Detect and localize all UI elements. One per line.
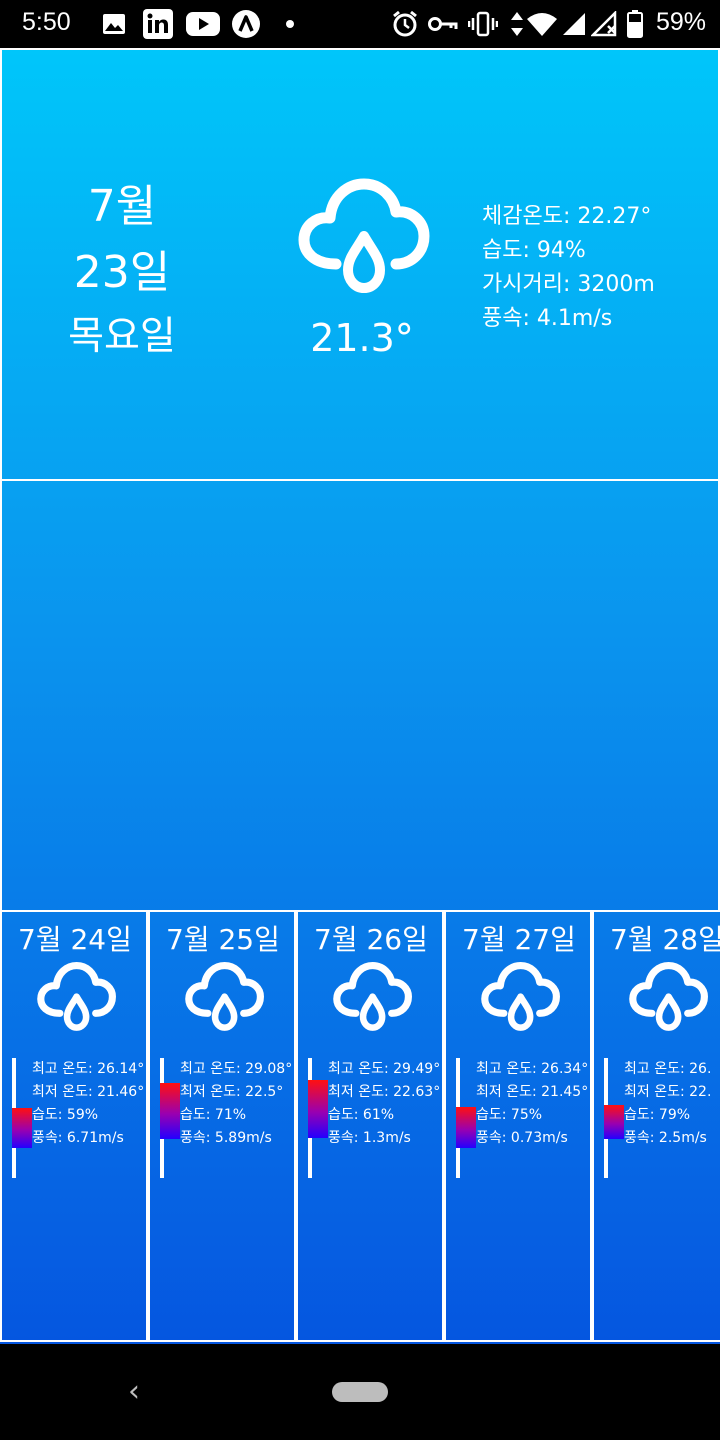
- image-icon: [100, 10, 128, 38]
- current-month: 7월: [87, 181, 157, 232]
- alarm-icon: [390, 10, 420, 38]
- app-a-icon: [230, 10, 262, 38]
- current-weekday: 목요일: [68, 314, 176, 359]
- temperature-range-track: [160, 1058, 180, 1178]
- current-weather-panel: 7월 23일 목요일 21.3° 체감온도: 22.27° 습도: 94% 가시…: [0, 48, 720, 480]
- max-temperature: 최고 온도: 26.34°: [476, 1061, 589, 1077]
- status-bar: 5:50 59%: [0, 0, 720, 48]
- data-arrows-icon: [508, 10, 526, 38]
- temperature-range-bar: [456, 1106, 476, 1149]
- humidity: 습도: 61%: [328, 1107, 395, 1123]
- vibrate-icon: [468, 10, 498, 38]
- max-temperature: 최고 온도: 26.14°: [32, 1061, 145, 1077]
- forecast-stats: 최고 온도: 29.08° 최저 온도: 22.5° 습도: 71% 풍속: 5…: [180, 1058, 292, 1150]
- signal-icon: [560, 10, 588, 38]
- current-details: 체감온도: 22.27° 습도: 94% 가시거리: 3200m 풍속: 4.1…: [482, 200, 655, 336]
- temperature-range-track: [308, 1058, 328, 1178]
- forecast-stats: 최고 온도: 26.34° 최저 온도: 21.45° 습도: 75% 풍속: …: [476, 1058, 588, 1150]
- battery-icon: [626, 10, 644, 38]
- min-temperature: 최저 온도: 22.5°: [180, 1084, 284, 1100]
- rain-cloud-icon: [36, 962, 116, 1040]
- temperature-range-bar: [160, 1083, 180, 1140]
- forecast-day[interactable]: 7월 24일 최고 온도: 26.14° 최저 온도: 21.46° 습도: 5…: [0, 910, 148, 1342]
- min-temperature: 최저 온도: 21.46°: [32, 1084, 145, 1100]
- forecast-day[interactable]: 7월 28일 최고 온도: 26. 최저 온도: 22. 습도: 79% 풍속:…: [592, 910, 720, 1342]
- humidity: 습도: 59%: [32, 1107, 99, 1123]
- humidity: 습도: 75%: [476, 1107, 543, 1123]
- current-day: 23일: [73, 247, 171, 298]
- forecast-day[interactable]: 7월 27일 최고 온도: 26.34° 최저 온도: 21.45° 습도: 7…: [444, 910, 592, 1342]
- min-temperature: 최저 온도: 21.45°: [476, 1084, 589, 1100]
- temperature-range-bar: [308, 1079, 328, 1139]
- key-icon: [428, 10, 458, 38]
- temperature-range-bar: [12, 1108, 32, 1149]
- forecast-date: 7월 26일: [314, 923, 428, 956]
- youtube-icon: [186, 10, 220, 38]
- max-temperature: 최고 온도: 26.: [624, 1061, 712, 1077]
- rain-cloud-icon: [184, 962, 264, 1040]
- forecast-day[interactable]: 7월 26일 최고 온도: 29.49° 최저 온도: 22.63° 습도: 6…: [296, 910, 444, 1342]
- forecast-date: 7월 27일: [462, 923, 576, 956]
- min-temperature: 최저 온도: 22.63°: [328, 1084, 441, 1100]
- visibility: 가시거리: 3200m: [482, 272, 655, 297]
- wifi-icon: [526, 10, 558, 38]
- forecast-date: 7월 28일: [610, 923, 720, 956]
- rain-cloud-icon: [332, 962, 412, 1040]
- humidity: 습도: 94%: [482, 238, 586, 263]
- forecast-stats: 최고 온도: 29.49° 최저 온도: 22.63° 습도: 61% 풍속: …: [328, 1058, 440, 1150]
- feels-like: 체감온도: 22.27°: [482, 204, 652, 229]
- humidity: 습도: 79%: [624, 1107, 691, 1123]
- temperature-range-track: [604, 1058, 624, 1178]
- rain-cloud-icon: [296, 178, 430, 306]
- temperature-range-track: [456, 1058, 476, 1178]
- wind-speed: 풍속: 2.5m/s: [624, 1130, 707, 1146]
- dot-icon: [284, 10, 296, 38]
- rain-cloud-icon: [628, 962, 708, 1040]
- max-temperature: 최고 온도: 29.08°: [180, 1061, 293, 1077]
- wind-speed: 풍속: 1.3m/s: [328, 1130, 411, 1146]
- temperature-range-bar: [604, 1105, 624, 1140]
- forecast-date: 7월 25일: [166, 923, 280, 956]
- navigation-bar: ‹: [0, 1344, 720, 1440]
- wind-speed: 풍속: 4.1m/s: [482, 306, 613, 331]
- signal-x-icon: [590, 10, 620, 38]
- rain-cloud-icon: [480, 962, 560, 1040]
- wind-speed: 풍속: 5.89m/s: [180, 1130, 272, 1146]
- weather-app: 7월 23일 목요일 21.3° 체감온도: 22.27° 습도: 94% 가시…: [0, 48, 720, 1344]
- back-chevron-icon[interactable]: ‹: [128, 1374, 140, 1409]
- forecast-stats: 최고 온도: 26. 최저 온도: 22. 습도: 79% 풍속: 2.5m/s: [624, 1058, 711, 1150]
- status-time: 5:50: [22, 8, 71, 36]
- wind-speed: 풍속: 6.71m/s: [32, 1130, 124, 1146]
- max-temperature: 최고 온도: 29.49°: [328, 1061, 441, 1077]
- middle-panel: [0, 479, 720, 911]
- battery-percentage: 59%: [655, 8, 706, 36]
- forecast-stats: 최고 온도: 26.14° 최저 온도: 21.46° 습도: 59% 풍속: …: [32, 1058, 144, 1150]
- home-pill-icon[interactable]: [332, 1382, 388, 1402]
- temperature-range-track: [12, 1058, 32, 1178]
- forecast-date: 7월 24일: [18, 923, 132, 956]
- current-temperature: 21.3°: [310, 316, 414, 360]
- wind-speed: 풍속: 0.73m/s: [476, 1130, 568, 1146]
- humidity: 습도: 71%: [180, 1107, 247, 1123]
- forecast-day[interactable]: 7월 25일 최고 온도: 29.08° 최저 온도: 22.5° 습도: 71…: [148, 910, 296, 1342]
- linkedin-icon: [142, 9, 174, 39]
- current-date: 7월 23일 목요일: [42, 174, 202, 368]
- forecast-list[interactable]: 7월 24일 최고 온도: 26.14° 최저 온도: 21.46° 습도: 5…: [0, 910, 720, 1344]
- min-temperature: 최저 온도: 22.: [624, 1084, 712, 1100]
